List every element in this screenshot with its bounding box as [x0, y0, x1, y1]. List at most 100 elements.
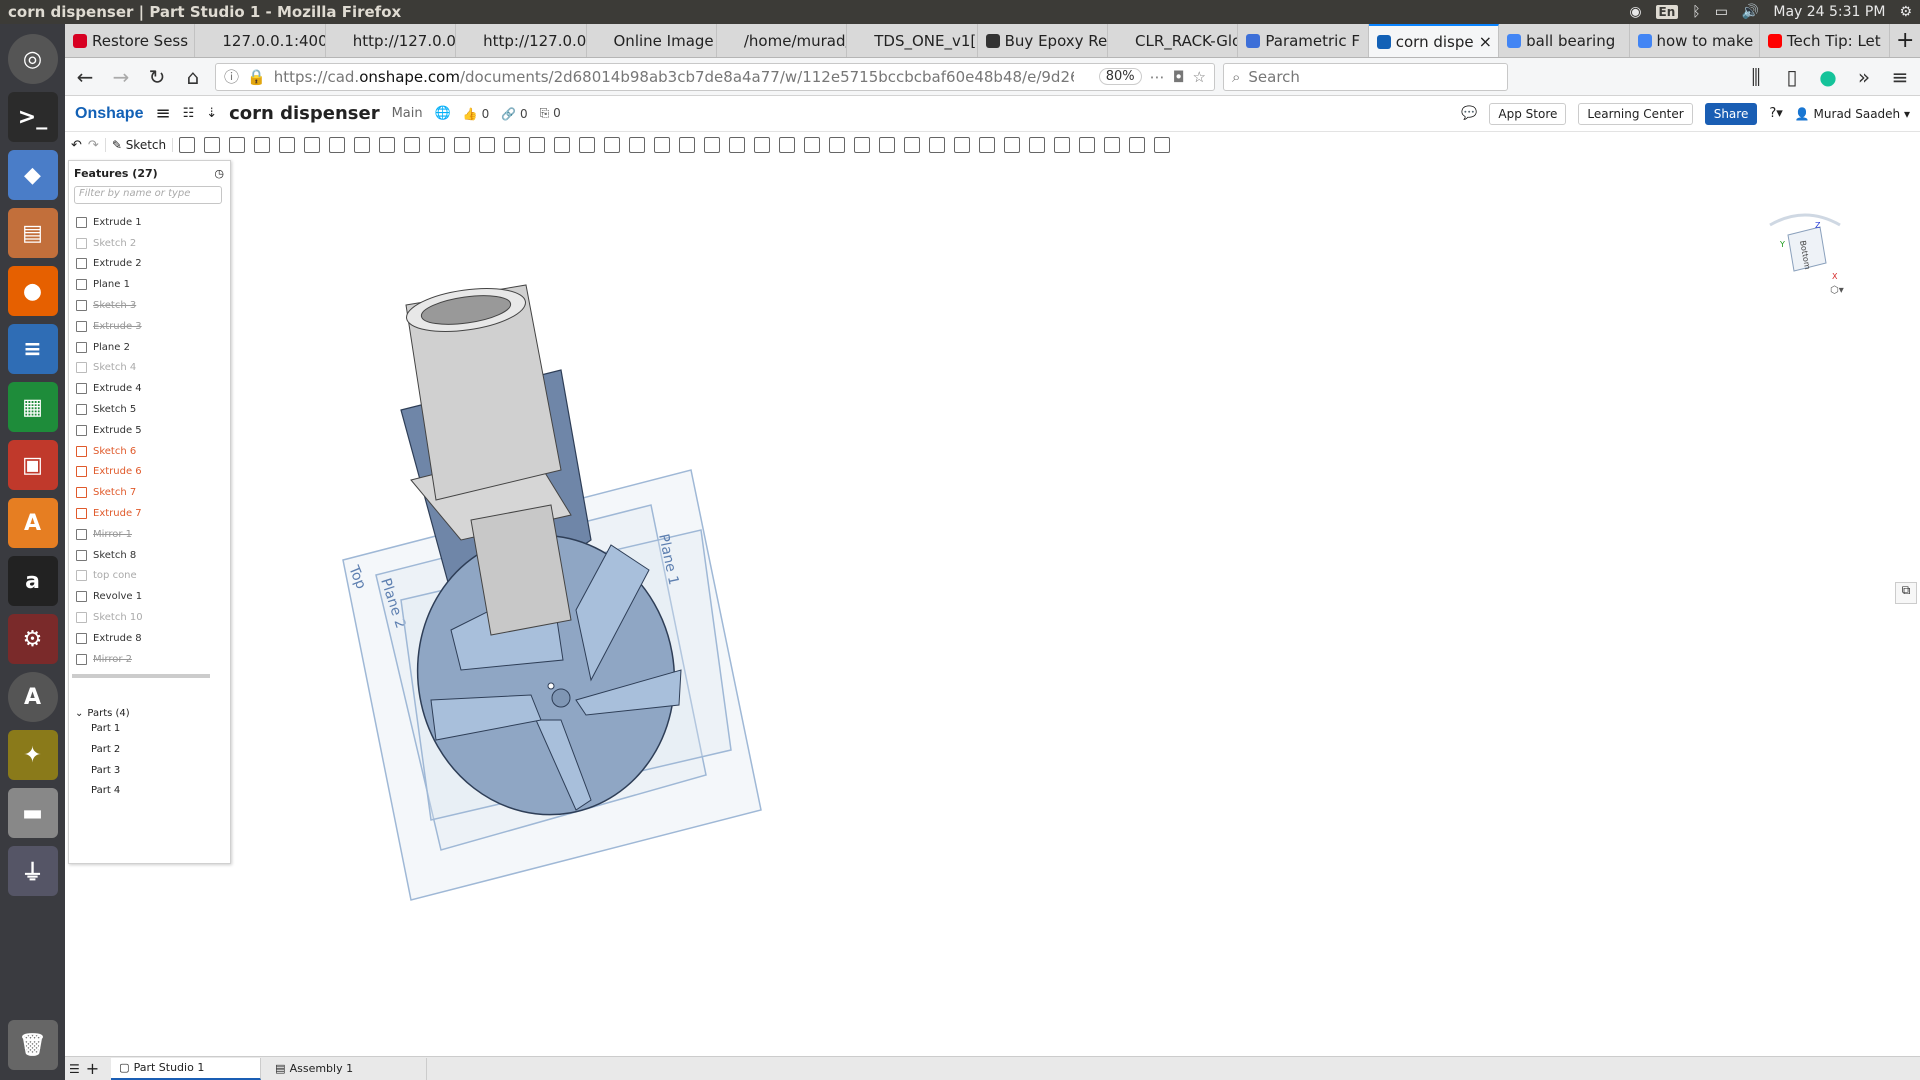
- browser-tab[interactable]: Restore Sess: [65, 24, 196, 57]
- help-icon[interactable]: ?▾: [1769, 106, 1782, 121]
- feature-tool-icon[interactable]: [879, 137, 896, 153]
- feature-tool-icon[interactable]: [479, 137, 496, 153]
- zoom-level[interactable]: 80%: [1098, 68, 1142, 85]
- hamburger-menu-icon[interactable]: ≡: [155, 103, 170, 124]
- writer-icon[interactable]: ≡: [7, 324, 58, 374]
- feature-item[interactable]: Sketch 8: [69, 545, 230, 566]
- calc-icon[interactable]: ▦: [7, 382, 58, 432]
- feature-tool-icon[interactable]: [904, 137, 921, 153]
- feature-item[interactable]: Plane 1: [69, 274, 230, 295]
- feature-tool-icon[interactable]: [529, 137, 546, 153]
- feature-filter-input[interactable]: Filter by name or type: [74, 186, 222, 204]
- feature-item[interactable]: Extrude 6: [69, 462, 230, 483]
- feature-tool-icon[interactable]: [729, 137, 746, 153]
- part-item[interactable]: Part 4: [69, 780, 230, 801]
- feature-tool-icon[interactable]: [604, 137, 621, 153]
- feature-tool-icon[interactable]: [254, 137, 271, 153]
- links-count[interactable]: 🔗 0: [501, 107, 527, 121]
- graphics-viewport[interactable]: Top Plane 2 Plane 1: [231, 160, 1920, 1055]
- info-icon[interactable]: ⓘ: [224, 66, 239, 87]
- updater-icon[interactable]: A: [7, 672, 58, 722]
- feature-tool-icon[interactable]: [754, 137, 771, 153]
- close-tab-icon[interactable]: ×: [1479, 32, 1492, 51]
- feature-tool-icon[interactable]: [379, 137, 396, 153]
- feature-item[interactable]: Sketch 4: [69, 358, 230, 379]
- overflow-icon[interactable]: »: [1850, 63, 1878, 91]
- feature-tool-icon[interactable]: [454, 137, 471, 153]
- part-item[interactable]: Part 2: [69, 739, 230, 760]
- part-item[interactable]: Part 3: [69, 760, 230, 781]
- browser-tab[interactable]: http://127.0.0.1:: [326, 24, 457, 57]
- feature-item[interactable]: Extrude 7: [69, 503, 230, 524]
- impress-icon[interactable]: ▣: [7, 440, 58, 490]
- feature-tool-icon[interactable]: [1104, 137, 1121, 153]
- copies-count[interactable]: ⎘ 0: [540, 106, 561, 121]
- feature-tool-icon[interactable]: [1004, 137, 1021, 153]
- likes-count[interactable]: 👍 0: [463, 107, 489, 121]
- feature-tool-icon[interactable]: [1079, 137, 1096, 153]
- parts-header[interactable]: ⌄ Parts (4): [69, 708, 230, 719]
- dash-icon[interactable]: ◎: [7, 34, 58, 84]
- trash-icon[interactable]: 🗑: [7, 1020, 58, 1070]
- feature-tool-icon[interactable]: [829, 137, 846, 153]
- browser-tab[interactable]: Buy Epoxy Re: [978, 24, 1108, 57]
- feature-tool-icon[interactable]: [329, 137, 346, 153]
- software-center-icon[interactable]: A: [7, 498, 58, 548]
- browser-tab[interactable]: corn dispe ×: [1368, 24, 1500, 57]
- feature-tool-icon[interactable]: [1129, 137, 1146, 153]
- feature-tool-icon[interactable]: [404, 137, 421, 153]
- feature-item[interactable]: Mirror 1: [69, 524, 230, 545]
- feature-tool-icon[interactable]: [929, 137, 946, 153]
- feature-tool-icon[interactable]: [1154, 137, 1171, 153]
- system-settings-icon[interactable]: ⚙: [7, 614, 58, 664]
- clock[interactable]: May 24 5:31 PM: [1773, 4, 1885, 20]
- home-icon[interactable]: ⌂: [179, 63, 207, 91]
- browser-tab[interactable]: TDS_ONE_v1[1]: [847, 24, 978, 57]
- feature-item[interactable]: Extrude 3: [69, 316, 230, 337]
- volume-icon[interactable]: 🔊: [1742, 4, 1759, 20]
- feature-tool-icon[interactable]: [1029, 137, 1046, 153]
- learning-center-button[interactable]: Learning Center: [1578, 102, 1693, 125]
- url-bar[interactable]: ⓘ 🔒 https://cad.onshape.com/documents/2d…: [215, 62, 1215, 91]
- battery-icon[interactable]: ▭: [1715, 4, 1728, 20]
- insert-icon[interactable]: ⇣: [206, 106, 217, 121]
- right-panel-toggle-icon[interactable]: ⧉: [1895, 582, 1917, 604]
- browser-tab[interactable]: Online Image Re: [587, 24, 717, 57]
- onshape-logo[interactable]: Onshape: [75, 105, 143, 123]
- sketch-button[interactable]: ✎ Sketch: [104, 138, 174, 152]
- reload-icon[interactable]: ↻: [143, 63, 171, 91]
- files-icon[interactable]: ▤: [7, 208, 58, 258]
- feature-tool-icon[interactable]: [954, 137, 971, 153]
- feature-item[interactable]: Sketch 6: [69, 441, 230, 462]
- undo-icon[interactable]: ↶: [71, 138, 82, 153]
- feature-item[interactable]: Extrude 1: [69, 212, 230, 233]
- orbit-arc-top[interactable]: [1769, 213, 1841, 227]
- feature-item[interactable]: Sketch 2: [69, 233, 230, 254]
- new-tab-button[interactable]: +: [1890, 24, 1920, 57]
- feature-tool-icon[interactable]: [554, 137, 571, 153]
- cad-app-icon[interactable]: ◆: [7, 150, 58, 200]
- browser-tab[interactable]: how to make: [1630, 24, 1760, 57]
- app-store-button[interactable]: App Store: [1489, 102, 1567, 125]
- feature-tool-icon[interactable]: [679, 137, 696, 153]
- browser-tab[interactable]: Tech Tip: Let: [1760, 24, 1891, 57]
- horizontal-scrollbar[interactable]: [72, 673, 210, 678]
- library-icon[interactable]: ⫼: [1742, 63, 1770, 91]
- feature-tool-icon[interactable]: [204, 137, 221, 153]
- feature-item[interactable]: Extrude 4: [69, 378, 230, 399]
- feature-tool-icon[interactable]: [229, 137, 246, 153]
- feature-tool-icon[interactable]: [179, 137, 196, 153]
- feature-item[interactable]: Sketch 10: [69, 607, 230, 628]
- feature-tool-icon[interactable]: [704, 137, 721, 153]
- forward-icon[interactable]: →: [107, 63, 135, 91]
- share-button[interactable]: Share: [1704, 102, 1758, 125]
- feature-item[interactable]: Sketch 3: [69, 295, 230, 316]
- feature-tool-icon[interactable]: [804, 137, 821, 153]
- feature-item[interactable]: Sketch 7: [69, 482, 230, 503]
- feature-tool-icon[interactable]: [429, 137, 446, 153]
- feature-tool-icon[interactable]: [854, 137, 871, 153]
- redo-icon[interactable]: ↷: [88, 138, 99, 153]
- feature-tool-icon[interactable]: [654, 137, 671, 153]
- page-actions-icon[interactable]: ⋯: [1150, 68, 1165, 86]
- browser-tab[interactable]: ball bearing: [1499, 24, 1630, 57]
